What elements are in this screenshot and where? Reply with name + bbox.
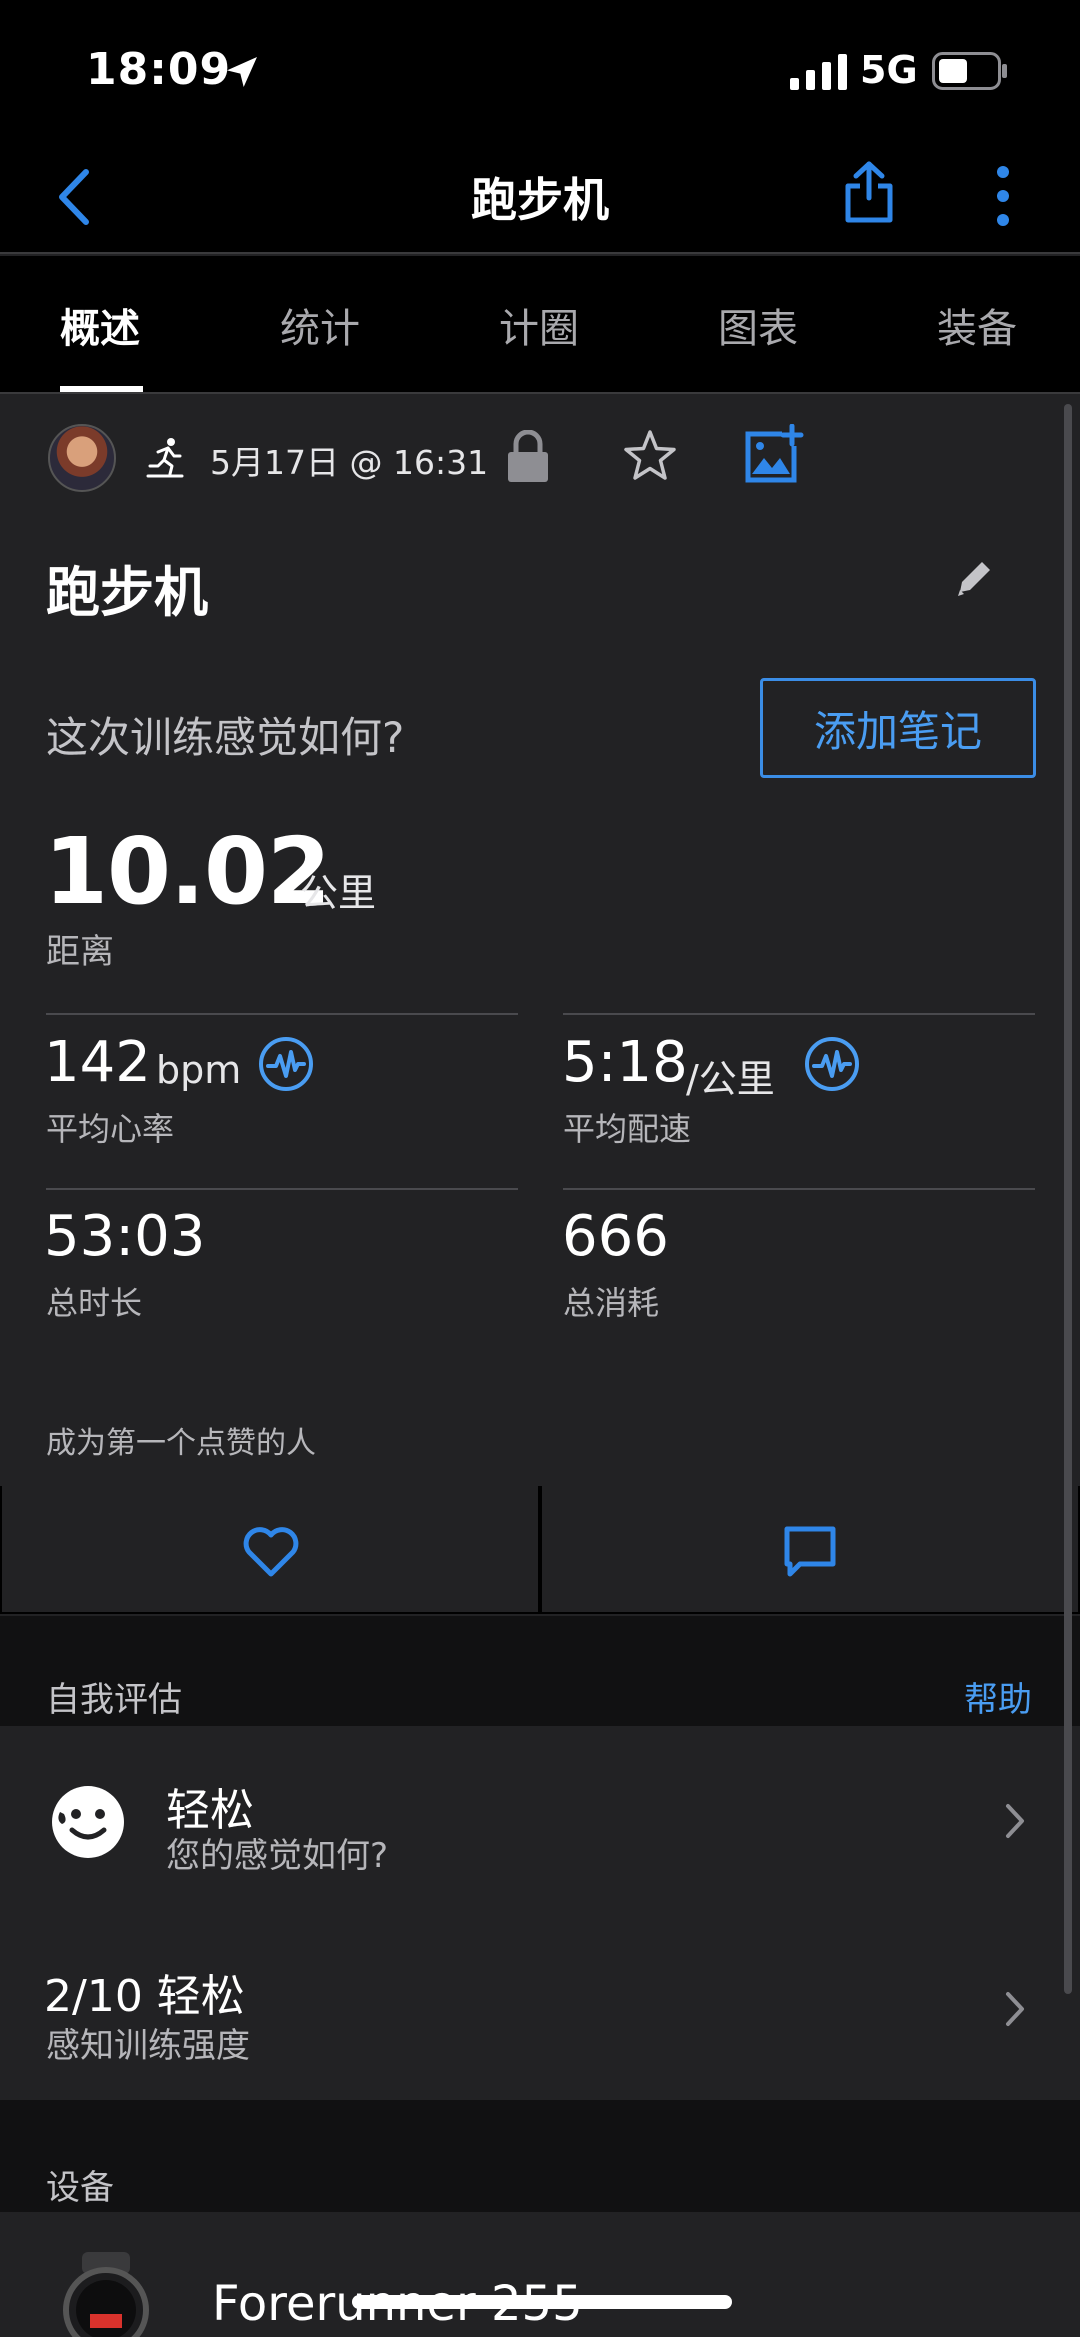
chevron-right-icon bbox=[1006, 1992, 1024, 2026]
chevron-right-icon bbox=[1006, 1804, 1024, 1838]
edit-pencil-icon[interactable] bbox=[954, 556, 996, 598]
navigation-bar: 跑步机 bbox=[0, 140, 1080, 254]
divider bbox=[563, 1013, 1035, 1015]
tab-charts[interactable]: 图表 bbox=[718, 296, 798, 354]
tab-gear[interactable]: 装备 bbox=[937, 296, 1017, 354]
home-indicator[interactable] bbox=[352, 2295, 732, 2309]
feel-row[interactable] bbox=[0, 1726, 1080, 1916]
total-time-value: 53:03 bbox=[44, 1204, 206, 1269]
active-tab-indicator bbox=[60, 386, 143, 392]
smiley-face-icon bbox=[52, 1786, 124, 1858]
tab-laps[interactable]: 计圈 bbox=[499, 296, 579, 354]
scrollbar[interactable] bbox=[1064, 404, 1072, 1994]
feel-question: 这次训练感觉如何? bbox=[46, 713, 405, 762]
avg-pace-value: 5:18 bbox=[562, 1030, 688, 1095]
like-button[interactable] bbox=[2, 1486, 538, 1612]
distance-label: 距离 bbox=[46, 932, 114, 972]
network-type: 5G bbox=[860, 48, 918, 92]
avg-heart-rate-value: 142 bbox=[44, 1030, 151, 1095]
share-icon[interactable] bbox=[842, 160, 896, 224]
avg-heart-rate-label: 平均心率 bbox=[46, 1110, 175, 1148]
comment-button[interactable] bbox=[542, 1486, 1078, 1612]
watch-icon bbox=[63, 2252, 149, 2337]
page-title: 跑步机 bbox=[471, 173, 609, 227]
feel-subtitle: 您的感觉如何? bbox=[166, 1836, 389, 1876]
divider bbox=[46, 1188, 518, 1190]
distance-unit: 公里 bbox=[300, 871, 377, 915]
calories-value: 666 bbox=[562, 1204, 669, 1269]
social-actions bbox=[0, 1486, 1080, 1614]
pace-pulse-icon[interactable] bbox=[804, 1036, 860, 1092]
divider bbox=[563, 1188, 1035, 1190]
devices-title: 设备 bbox=[46, 2168, 114, 2208]
self-eval-title: 自我评估 bbox=[46, 1680, 182, 1720]
lock-icon[interactable] bbox=[504, 430, 552, 484]
avatar[interactable] bbox=[48, 424, 116, 492]
total-time-label: 总时长 bbox=[46, 1284, 143, 1322]
heart-rate-pulse-icon[interactable] bbox=[258, 1036, 314, 1092]
help-link[interactable]: 帮助 bbox=[964, 1672, 1032, 1721]
add-note-button[interactable]: 添加笔记 bbox=[760, 678, 1036, 778]
avg-pace-unit: /公里 bbox=[686, 1057, 775, 1101]
treadmill-runner-icon bbox=[146, 438, 184, 478]
distance-value: 10.02 bbox=[44, 818, 331, 925]
add-photo-icon[interactable] bbox=[744, 424, 804, 484]
tab-stats[interactable]: 统计 bbox=[280, 296, 360, 354]
location-arrow-icon bbox=[227, 57, 257, 87]
status-bar: 18:09 5G bbox=[0, 0, 1080, 140]
comment-icon bbox=[784, 1526, 836, 1577]
star-icon[interactable] bbox=[622, 428, 678, 484]
divider bbox=[46, 1013, 518, 1015]
activity-date: 5月17日 @ 16:31 bbox=[210, 443, 489, 482]
tab-overview[interactable]: 概述 bbox=[60, 296, 140, 354]
avg-pace-label: 平均配速 bbox=[563, 1110, 692, 1148]
status-time: 18:09 bbox=[86, 44, 232, 95]
battery-icon bbox=[932, 52, 1007, 90]
heart-icon bbox=[243, 1527, 299, 1577]
likes-text: 成为第一个点赞的人 bbox=[46, 1426, 316, 1461]
rpe-subtitle: 感知训练强度 bbox=[46, 2026, 250, 2066]
more-vertical-icon[interactable] bbox=[992, 164, 1014, 228]
activity-title: 跑步机 bbox=[46, 561, 208, 624]
devices-header bbox=[0, 2100, 1080, 2212]
cellular-signal-icon bbox=[790, 54, 847, 90]
rpe-value: 2/10 轻松 bbox=[44, 1971, 245, 2022]
avg-heart-rate-unit: bpm bbox=[156, 1048, 242, 1092]
tab-bar: 概述 统计 计圈 图表 装备 bbox=[0, 256, 1080, 394]
calories-label: 总消耗 bbox=[563, 1284, 660, 1322]
